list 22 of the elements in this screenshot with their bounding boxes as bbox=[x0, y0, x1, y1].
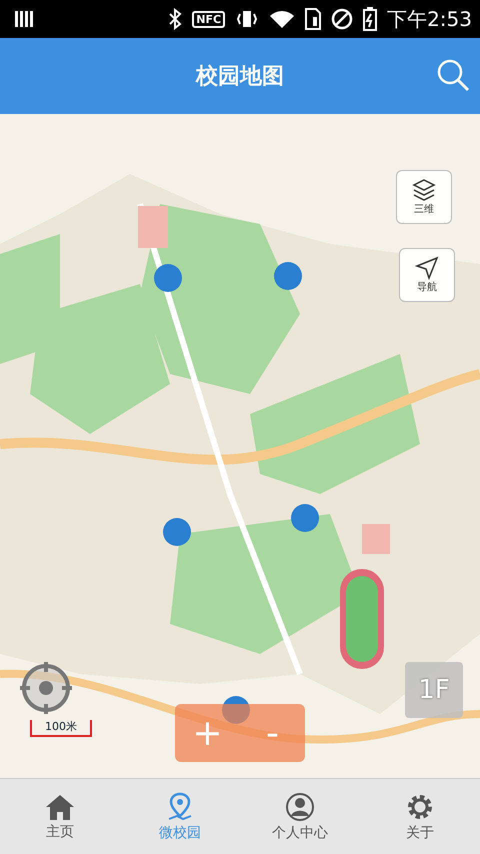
search-icon[interactable] bbox=[436, 58, 470, 92]
navigation-button[interactable]: 导航 bbox=[399, 248, 455, 302]
navigation-arrow-icon bbox=[415, 256, 439, 280]
nfc-indicator: NFC bbox=[192, 10, 226, 28]
blocked-icon bbox=[331, 8, 354, 30]
notification-icon bbox=[14, 9, 34, 29]
scale-bar: 100米 bbox=[30, 720, 92, 737]
sim-icon bbox=[305, 8, 322, 30]
battery-icon bbox=[363, 7, 378, 31]
locate-icon[interactable] bbox=[20, 662, 72, 714]
nav-tab[interactable]: 主页 bbox=[0, 779, 120, 854]
layers-icon bbox=[412, 178, 436, 202]
3d-view-button[interactable]: 三维 bbox=[396, 170, 452, 224]
person-icon bbox=[285, 792, 315, 822]
vibrate-icon bbox=[235, 9, 260, 29]
wifi-icon bbox=[269, 9, 296, 29]
home-icon bbox=[45, 792, 75, 820]
nav-tab[interactable]: 关于 bbox=[360, 779, 480, 854]
page-title: 校园地图 bbox=[196, 63, 284, 91]
clock: 下午2:53 bbox=[387, 6, 472, 32]
bluetooth-icon bbox=[168, 8, 182, 30]
nav-tab[interactable]: 个人中心 bbox=[240, 779, 360, 854]
